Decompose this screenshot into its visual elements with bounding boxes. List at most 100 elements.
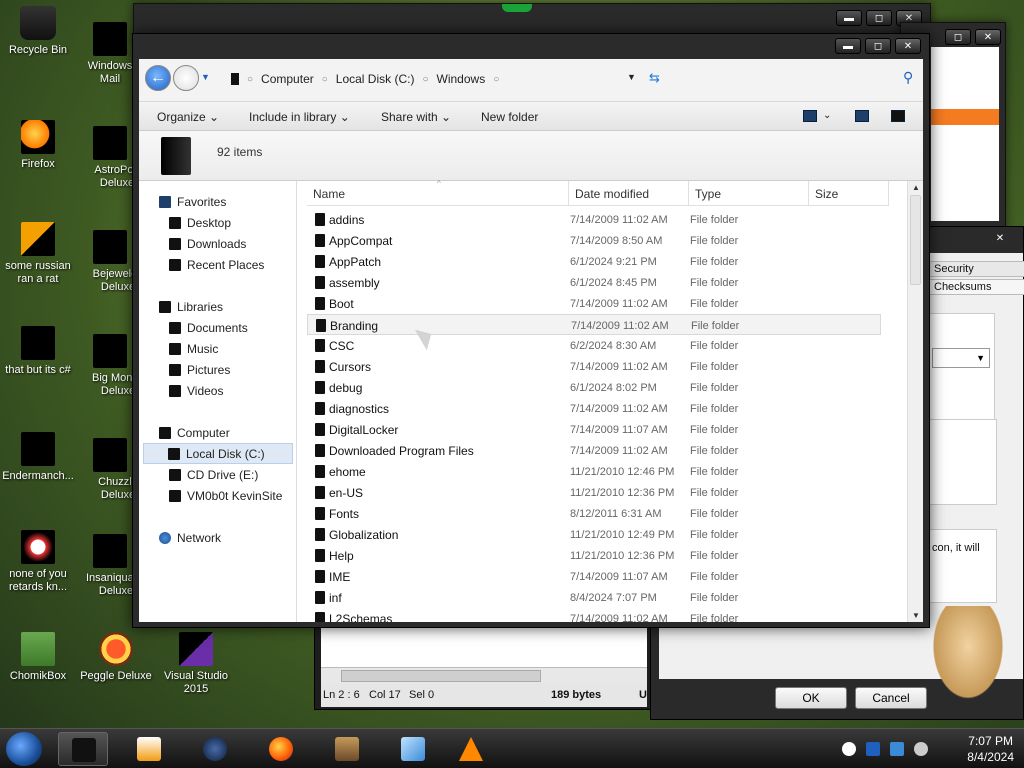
desktop-icon-visual-studio[interactable]: Visual Studio 2015 (158, 632, 234, 696)
nav-videos[interactable]: Videos (169, 384, 223, 398)
nav-favorites[interactable]: Favorites (159, 195, 226, 209)
nav-local-disk[interactable]: Local Disk (C:) (143, 443, 293, 464)
nav-network-share[interactable]: VM0b0t KevinSite (169, 489, 282, 503)
scroll-down-icon[interactable]: ▼ (912, 611, 920, 620)
table-row[interactable]: Globalization 11/21/2010 12:49 PM File fol… (307, 524, 881, 545)
nav-music[interactable]: Music (169, 342, 218, 356)
table-row[interactable]: diagnostics 7/14/2009 11:02 AM File folder (307, 398, 881, 419)
taskbar-chomik[interactable] (322, 732, 372, 766)
file-date: 7/14/2009 11:02 AM (570, 214, 668, 226)
cancel-button[interactable]: Cancel (855, 687, 927, 709)
minimize-button[interactable]: ▬ (836, 10, 862, 26)
desktop-icon-csharp[interactable]: that but its c# (0, 326, 76, 377)
address-dropdown-icon[interactable]: ▼ (627, 72, 636, 82)
maximize-button[interactable]: ◻ (866, 10, 892, 26)
table-row[interactable]: Branding 7/14/2009 11:02 AM File folder (307, 314, 881, 335)
tray-clock[interactable]: 7:07 PM 8/4/2024 (967, 733, 1014, 765)
taskbar-browser[interactable] (190, 732, 240, 766)
desktop-icon-endermanch[interactable]: Endermanch... (0, 432, 76, 483)
desktop-icon-peggle[interactable]: Peggle Deluxe (78, 632, 154, 683)
nav-desktop[interactable]: Desktop (169, 216, 231, 230)
help-icon[interactable] (891, 110, 905, 122)
refresh-icon[interactable]: ⇆ (649, 70, 660, 86)
table-row[interactable]: Help 11/21/2010 12:36 PM File folder (307, 545, 881, 566)
history-dropdown-icon[interactable]: ▼ (201, 72, 210, 82)
table-row[interactable]: Downloaded Program Files 7/14/2009 11:02 … (307, 440, 881, 461)
scroll-thumb[interactable] (341, 670, 541, 682)
vertical-scrollbar[interactable]: ▲ ▼ (907, 181, 923, 622)
nav-label: Videos (187, 384, 224, 398)
table-row[interactable]: Fonts 8/12/2011 6:31 AM File folder (307, 503, 881, 524)
explorer-window[interactable]: ▬ ◻ ✕ ← ▼ ○ Computer ○ Local Disk (C:) ○… (132, 33, 930, 628)
table-row[interactable]: Cursors 7/14/2009 11:02 AM File folder (307, 356, 881, 377)
chevron-down-icon[interactable]: ⌄ (823, 110, 831, 121)
nav-documents[interactable]: Documents (169, 321, 248, 335)
taskbar-firefox[interactable] (256, 732, 306, 766)
tray-volume-icon[interactable] (914, 742, 928, 756)
desktop-icon-none-of-you[interactable]: none of you retards kn... (0, 530, 76, 594)
maximize-button[interactable]: ◻ (945, 29, 971, 45)
breadcrumb-windows[interactable]: Windows (437, 72, 486, 86)
start-button[interactable] (6, 732, 42, 766)
desktop-icon-chomikbox[interactable]: ChomikBox (0, 632, 76, 683)
table-row[interactable]: AppPatch 6/1/2024 9:21 PM File folder (307, 251, 881, 272)
table-row[interactable]: IME 7/14/2009 11:07 AM File folder (307, 566, 881, 587)
desktop-icon-firefox[interactable]: Firefox (0, 120, 76, 171)
close-button[interactable]: ✕ (895, 38, 921, 54)
notepad-horizontal-scrollbar[interactable] (321, 667, 647, 683)
table-row[interactable]: Boot 7/14/2009 11:02 AM File folder (307, 293, 881, 314)
file-type: File folder (690, 571, 739, 583)
search-icon[interactable]: ⚲ (903, 69, 913, 86)
taskbar-vlc[interactable] (446, 732, 496, 766)
share-with-button[interactable]: Share with ⌄ (381, 110, 451, 124)
scroll-thumb[interactable] (910, 195, 921, 285)
tray-security-icon[interactable] (866, 742, 880, 756)
table-row[interactable]: L2Schemas 7/14/2009 11:02 AM File folder (307, 608, 881, 622)
table-row[interactable]: ehome 11/21/2010 12:46 PM File folder (307, 461, 881, 482)
nav-cd-drive[interactable]: CD Drive (E:) (169, 468, 258, 482)
nav-libraries[interactable]: Libraries (159, 300, 223, 314)
dropdown[interactable]: ▼ (932, 348, 990, 368)
table-row[interactable]: DigitalLocker 7/14/2009 11:07 AM File fold… (307, 419, 881, 440)
breadcrumb-separator-icon: ○ (422, 73, 429, 85)
table-row[interactable]: debug 6/1/2024 8:02 PM File folder (307, 377, 881, 398)
table-row[interactable]: addins 7/14/2009 11:02 AM File folder (307, 209, 881, 230)
scroll-up-icon[interactable]: ▲ (912, 183, 920, 192)
new-folder-button[interactable]: New folder (481, 110, 538, 124)
table-row[interactable]: CSC 6/2/2024 8:30 AM File folder (307, 335, 881, 356)
forward-button[interactable] (173, 65, 199, 91)
tray-up-arrow-icon[interactable] (842, 742, 856, 756)
nav-pictures[interactable]: Pictures (169, 363, 230, 377)
close-button[interactable]: ✕ (975, 29, 1001, 45)
search-input[interactable] (667, 65, 921, 93)
breadcrumb-computer[interactable]: Computer (261, 72, 314, 86)
taskbar-media-player[interactable] (124, 732, 174, 766)
nav-computer[interactable]: Computer (159, 426, 230, 440)
table-row[interactable]: assembly 6/1/2024 8:45 PM File folder (307, 272, 881, 293)
desktop-icon-recycle-bin[interactable]: Recycle Bin (0, 6, 76, 57)
minimize-button[interactable]: ▬ (835, 38, 861, 54)
back-button[interactable]: ← (145, 65, 171, 91)
taskbar-explorer[interactable] (58, 732, 108, 766)
tab-checksums[interactable]: Checksums (929, 279, 1024, 295)
ok-button[interactable]: OK (775, 687, 847, 709)
nav-downloads[interactable]: Downloads (169, 237, 246, 251)
preview-pane-icon[interactable] (855, 110, 869, 122)
view-options-icon[interactable] (803, 110, 817, 122)
tab-security[interactable]: Security (929, 261, 1024, 277)
include-library-button[interactable]: Include in library ⌄ (249, 110, 350, 124)
close-button[interactable]: ✕ (987, 231, 1013, 247)
tray-network-icon[interactable] (890, 742, 904, 756)
table-row[interactable]: AppCompat 7/14/2009 8:50 AM File folder (307, 230, 881, 251)
desktop-icon-russian[interactable]: some russian ran a rat (0, 222, 76, 286)
notepad-window[interactable]: Ln 2 : 6 Col 17 Sel 0 189 bytes U (314, 620, 654, 710)
navigation-pane: Favorites Desktop Downloads Recent Place… (139, 181, 297, 622)
table-row[interactable]: en-US 11/21/2010 12:36 PM File folder (307, 482, 881, 503)
organize-button[interactable]: Organize ⌄ (157, 110, 219, 124)
nav-network[interactable]: Network (159, 531, 221, 545)
breadcrumb-local-disk[interactable]: Local Disk (C:) (336, 72, 415, 86)
table-row[interactable]: inf 8/4/2024 7:07 PM File folder (307, 587, 881, 608)
taskbar-notepad[interactable] (388, 732, 438, 766)
maximize-button[interactable]: ◻ (865, 38, 891, 54)
nav-recent-places[interactable]: Recent Places (169, 258, 264, 272)
